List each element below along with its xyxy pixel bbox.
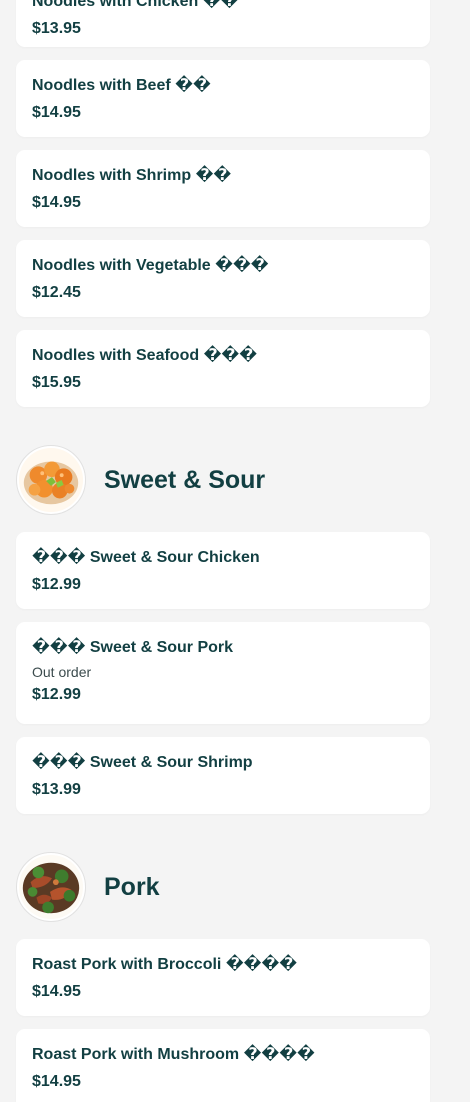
- item-name: ��� Sweet & Sour Pork: [32, 639, 234, 656]
- section-header-pork: Pork: [16, 852, 160, 922]
- item-price: $15.95: [32, 374, 81, 391]
- item-name: Noodles with Seafood ���: [32, 347, 257, 364]
- item-name: Noodles with Vegetable ���: [32, 257, 269, 274]
- item-name: ��� Sweet & Sour Shrimp: [32, 754, 253, 771]
- item-name: Roast Pork with Mushroom ����: [32, 1046, 315, 1063]
- item-name: Noodles with Shrimp ��: [32, 167, 232, 184]
- pork-dish-image: [16, 852, 86, 922]
- menu-item-card[interactable]: Noodles with Shrimp �� $14.95: [16, 150, 430, 227]
- menu-item-card[interactable]: ��� Sweet & Sour Shrimp $13.99: [16, 737, 430, 814]
- item-price: $13.95: [32, 20, 81, 37]
- item-price: $14.95: [32, 104, 81, 121]
- item-price: $12.99: [32, 686, 81, 703]
- item-price: $13.99: [32, 781, 81, 798]
- menu-item-card[interactable]: Noodles with Chicken �� $13.95: [16, 0, 430, 47]
- item-name: ��� Sweet & Sour Chicken: [32, 549, 260, 566]
- item-price: $14.95: [32, 983, 81, 1000]
- menu-item-card[interactable]: Noodles with Vegetable ��� $12.45: [16, 240, 430, 317]
- section-title: Sweet & Sour: [104, 465, 266, 494]
- item-price: $12.45: [32, 284, 81, 301]
- item-availability-note: Out order: [32, 664, 92, 680]
- item-price: $14.95: [32, 1073, 81, 1090]
- menu-page: Noodles with Chicken �� $13.95 Noodles w…: [0, 0, 470, 1102]
- item-name: Noodles with Chicken ��: [32, 0, 239, 10]
- menu-item-card[interactable]: Noodles with Beef �� $14.95: [16, 60, 430, 137]
- menu-item-card[interactable]: Roast Pork with Broccoli ���� $14.95: [16, 939, 430, 1016]
- menu-item-card[interactable]: Roast Pork with Mushroom ���� $14.95: [16, 1029, 430, 1102]
- menu-item-card[interactable]: ��� Sweet & Sour Chicken $12.99: [16, 532, 430, 609]
- item-price: $12.99: [32, 576, 81, 593]
- item-price: $14.95: [32, 194, 81, 211]
- item-name: Roast Pork with Broccoli ����: [32, 956, 298, 973]
- sweet-sour-dish-image: [16, 445, 86, 515]
- menu-item-card[interactable]: Noodles with Seafood ��� $15.95: [16, 330, 430, 407]
- section-header-sweet-sour: Sweet & Sour: [16, 445, 265, 515]
- section-title: Pork: [104, 872, 160, 901]
- menu-item-card[interactable]: ��� Sweet & Sour Pork Out order $12.99: [16, 622, 430, 724]
- item-name: Noodles with Beef ��: [32, 77, 211, 94]
